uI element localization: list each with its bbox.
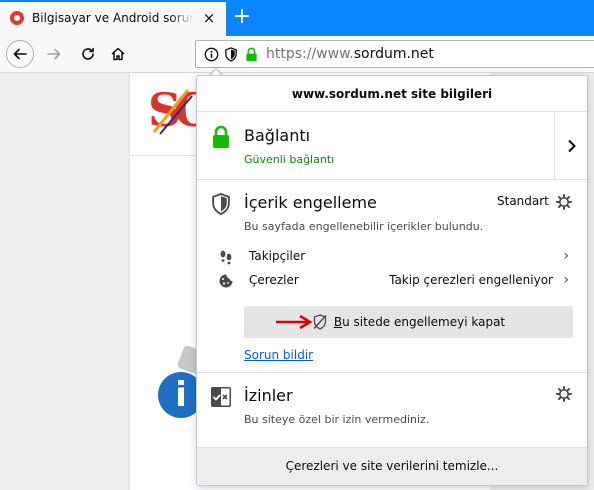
content-blocking-description: Bu sayfada engellenebilir içerikler bulu… — [244, 220, 484, 233]
chevron-right-icon: › — [563, 272, 569, 288]
shield-icon — [209, 192, 233, 216]
new-tab-button[interactable]: + — [230, 4, 254, 30]
cookies-row[interactable]: Çerezler Takip çerezleri engelleniyor › — [217, 270, 571, 292]
connection-section[interactable]: Bağlantı Güvenli bağlantı — [197, 112, 587, 180]
permissions-title: İzinler — [244, 386, 293, 405]
tab-title: Bilgisayar ve Android sorunlarına — [32, 11, 194, 25]
secure-lock-icon — [243, 46, 259, 62]
site-info-panel: www.sordum.net site bilgileri Bağlantı G… — [196, 75, 588, 486]
panel-footer: Çerezleri ve site verilerini temizle... — [197, 448, 587, 485]
red-arrow-icon — [276, 314, 313, 330]
lock-icon — [209, 125, 233, 149]
home-button[interactable] — [104, 40, 132, 68]
url-domain: sordum.net — [353, 46, 434, 62]
permissions-settings-gear-icon[interactable] — [555, 385, 573, 403]
clear-cookies-button[interactable]: Çerezleri ve site verilerini temizle... — [197, 448, 587, 485]
navigation-bar: https://www.sordum.net — [0, 36, 594, 73]
site-info-icon[interactable] — [203, 46, 219, 62]
tab-active[interactable]: Bilgisayar ve Android sorunlarına × — [0, 0, 226, 36]
chevron-right-icon — [567, 139, 576, 152]
shield-crossed-icon — [312, 314, 328, 330]
content-blocking-section: İçerik engelleme Standart Bu sayfada eng… — [197, 180, 587, 373]
blocking-settings-gear-icon[interactable] — [555, 193, 573, 211]
url-bar[interactable]: https://www.sordum.net — [195, 40, 594, 68]
forward-arrow-icon — [47, 48, 61, 60]
trackers-row[interactable]: Takipçiler › — [217, 246, 571, 268]
footprints-icon — [217, 249, 235, 265]
tab-close-icon[interactable]: × — [200, 9, 218, 27]
report-problem-link[interactable]: Sorun bildir — [244, 348, 313, 362]
tab-strip: Bilgisayar ve Android sorunlarına × + — [0, 0, 594, 36]
panel-title: www.sordum.net site bilgileri — [197, 76, 587, 112]
cookie-icon — [217, 273, 235, 289]
trackers-label: Takipçiler — [249, 249, 306, 263]
cookies-status: Takip çerezleri engelleniyor — [389, 273, 553, 287]
tracking-shield-icon[interactable] — [223, 46, 239, 62]
back-arrow-icon — [13, 48, 27, 60]
url-scheme: https://www. — [266, 46, 354, 62]
back-button[interactable] — [6, 40, 34, 68]
reload-button[interactable] — [74, 40, 102, 68]
chevron-right-icon: › — [563, 248, 569, 264]
blocking-mode: Standart — [497, 194, 549, 208]
connection-title: Bağlantı — [244, 126, 311, 145]
reload-icon — [82, 47, 94, 60]
permissions-section: İzinler Bu siteye özel bir izin vermedin… — [197, 373, 587, 448]
disable-blocking-label: Bu sitede engellemeyi kapat — [333, 315, 506, 329]
connection-details-button[interactable] — [554, 112, 588, 179]
connection-status: Güvenli bağlantı — [244, 153, 335, 166]
disable-blocking-text: u sitede engellemeyi kapat — [342, 315, 506, 329]
content-blocking-title: İçerik engelleme — [244, 193, 377, 212]
site-favicon-icon — [10, 11, 24, 25]
permissions-description: Bu siteye özel bir izin vermediniz. — [244, 413, 430, 426]
permissions-icon — [209, 385, 233, 409]
home-icon — [111, 47, 125, 61]
cookies-label: Çerezler — [249, 273, 299, 287]
url-text[interactable]: https://www.sordum.net — [266, 46, 434, 62]
forward-button[interactable] — [40, 40, 68, 68]
